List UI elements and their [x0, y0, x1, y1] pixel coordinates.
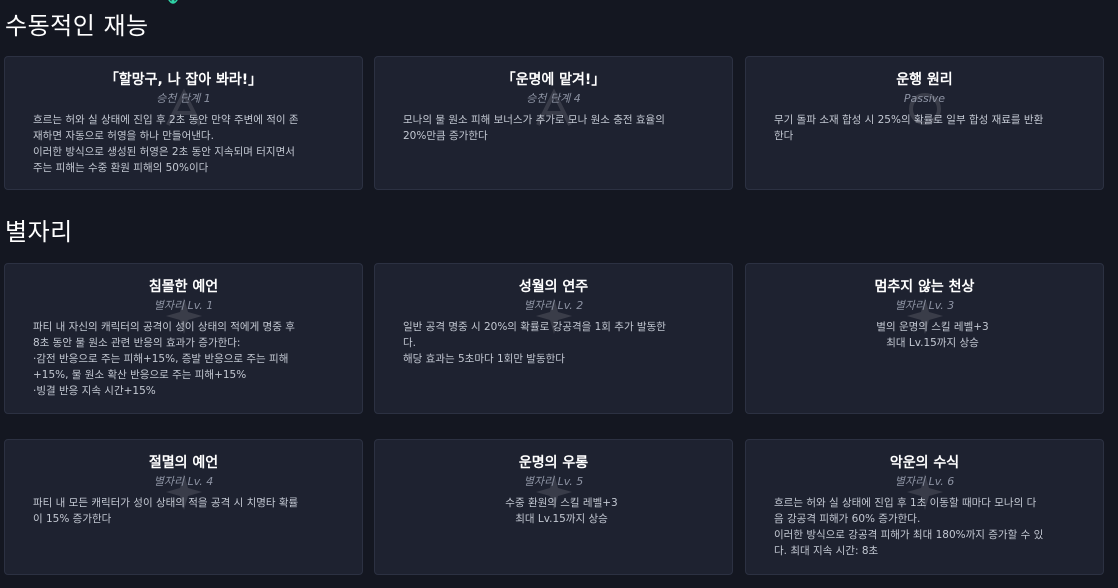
section-title-passive-talents: 수동적인 재능	[5, 12, 149, 40]
talent-description: 흐르는 허와 실 상태에 진입 후 2초 동안 만약 주변에 적이 존 재하면 …	[33, 114, 299, 174]
constellation-title: 운명의 우롱	[518, 455, 589, 471]
talent-card: 「운명에 맡겨!」 승천 단계 4 모나의 물 원소 피해 보너스가 추가로 모…	[374, 56, 733, 190]
talent-level: Passive	[903, 92, 946, 105]
talent-card: 운행 원리 Passive 무기 돌파 소재 합성 시 25%의 확률로 일부 …	[745, 56, 1104, 190]
talent-card: 「할망구, 나 잡아 봐라!」 승천 단계 1 흐르는 허와 실 상태에 진입 …	[4, 56, 363, 190]
constellation-card: 절멸의 예언 별자리 Lv. 4 파티 내 모든 캐릭터가 성이 상태의 적을 …	[4, 439, 363, 575]
constellation-description: 수중 환원의 스킬 레벨+3 최대 Lv.15까지 상승	[505, 497, 618, 525]
talent-title: 「할망구, 나 잡아 봐라!」	[104, 72, 263, 88]
constellation-title: 침몰한 예언	[148, 279, 219, 295]
constellation-level: 별자리 Lv. 2	[523, 299, 584, 312]
constellation-level: 별자리 Lv. 3	[894, 299, 955, 312]
constellation-card: 악운의 수식 별자리 Lv. 6 흐르는 허와 실 상태에 진입 후 1초 이동…	[745, 439, 1104, 575]
talent-level: 승천 단계 4	[526, 92, 581, 105]
emblem-icon	[168, 0, 178, 4]
talent-title: 「운명에 맡겨!」	[501, 72, 606, 88]
constellation-card: 멈추지 않는 천상 별자리 Lv. 3 별의 운명의 스킬 레벨+3 최대 Lv…	[745, 263, 1104, 414]
constellation-level: 별자리 Lv. 1	[153, 299, 214, 312]
constellation-level: 별자리 Lv. 5	[523, 475, 584, 488]
constellation-card: 침몰한 예언 별자리 Lv. 1 파티 내 자신의 캐릭터의 공격이 성이 상태…	[4, 263, 363, 414]
constellation-description: 일반 공격 명중 시 20%의 확률로 강공격을 1회 추가 발동한 다. 해당…	[403, 321, 666, 365]
talent-title: 운행 원리	[896, 72, 953, 88]
constellation-level: 별자리 Lv. 4	[153, 475, 214, 488]
constellation-description: 별의 운명의 스킬 레벨+3 최대 Lv.15까지 상승	[876, 321, 989, 349]
constellation-card: 운명의 우롱 별자리 Lv. 5 수중 환원의 스킬 레벨+3 최대 Lv.15…	[374, 439, 733, 575]
constellation-description: 흐르는 허와 실 상태에 진입 후 1초 이동할 때마다 모나의 다 음 강공격…	[774, 497, 1044, 557]
constellation-title: 성월의 연주	[518, 279, 589, 295]
talent-level: 승천 단계 1	[156, 92, 211, 105]
section-title-constellations: 별자리	[5, 218, 73, 246]
talent-description: 무기 돌파 소재 합성 시 25%의 확률로 일부 합성 재료를 반환 한다	[774, 114, 1044, 142]
constellation-level: 별자리 Lv. 6	[894, 475, 955, 488]
constellation-card: 성월의 연주 별자리 Lv. 2 일반 공격 명중 시 20%의 확률로 강공격…	[374, 263, 733, 414]
constellation-title: 멈추지 않는 천상	[874, 279, 975, 295]
constellation-title: 절멸의 예언	[148, 455, 219, 471]
talent-description: 모나의 물 원소 피해 보너스가 추가로 모나 원소 충전 효율의 20%만큼 …	[403, 114, 665, 142]
constellation-title: 악운의 수식	[889, 455, 960, 471]
constellation-description: 파티 내 모든 캐릭터가 성이 상태의 적을 공격 시 치명타 확률 이 15%…	[33, 497, 299, 525]
constellation-description: 파티 내 자신의 캐릭터의 공격이 성이 상태의 적에게 명중 후 8초 동안 …	[33, 321, 295, 397]
